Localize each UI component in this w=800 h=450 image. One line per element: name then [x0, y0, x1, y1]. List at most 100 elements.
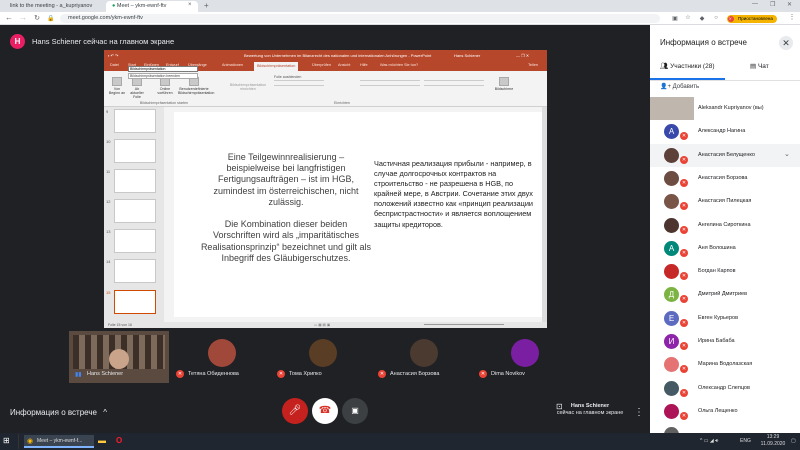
more-options-icon[interactable]: ⋮ — [634, 407, 644, 418]
slide-thumbnail[interactable] — [114, 199, 156, 223]
profile-paused-badge[interactable]: У Приостановлена — [727, 15, 777, 23]
hide-slide-checkbox[interactable]: Folie ausblenden — [274, 75, 301, 79]
tray-icons[interactable]: ^ ▭ ◢ 🔊︎ — [700, 438, 718, 444]
add-people-button[interactable]: 👤+ Добавить — [660, 83, 699, 90]
camera-button[interactable]: ▣ — [342, 398, 368, 424]
slide-thumbnail-selected[interactable] — [114, 290, 156, 314]
camera-permission-icon[interactable]: ▣ — [670, 15, 680, 22]
mic-off-icon: ✕ — [680, 202, 688, 211]
slide-canvas[interactable]: Eine Teilgewinnrealisierung – beispielwe… — [174, 112, 542, 317]
forward-icon[interactable]: → — [18, 13, 28, 22]
leave-call-button[interactable]: ☎ — [312, 398, 338, 424]
slide-thumbnail[interactable] — [114, 139, 156, 163]
chevron-down-icon[interactable]: ⌄ — [784, 150, 790, 158]
star-icon[interactable]: ☆ — [683, 14, 693, 21]
participant-row[interactable]: ✕ Марина Водолазская — [650, 353, 800, 376]
participant-row[interactable]: ✕ — [650, 423, 800, 433]
ppt-tab[interactable]: Ansicht — [338, 63, 350, 67]
new-tab-button[interactable]: + — [204, 1, 209, 10]
ribbon-from-current-button[interactable]: Ab aktueller Folie — [128, 77, 146, 99]
ribbon-from-beginning-button[interactable]: Von Beginn an — [108, 77, 126, 95]
video-tile[interactable]: ✕ Анастасия Борзова — [372, 331, 472, 383]
chrome-icon: ◉ — [27, 438, 34, 445]
avatar — [309, 339, 337, 367]
language-indicator[interactable]: ENG — [740, 438, 751, 444]
video-tile[interactable]: ✕ Тетяна Обиденнова — [170, 331, 270, 383]
ribbon-setup-button[interactable]: Bildschirmpräsentation einrichten — [228, 83, 268, 91]
ppt-zoom-slider[interactable] — [424, 324, 504, 325]
ribbon-present-online-button[interactable]: Online vorführen — [156, 77, 174, 95]
video-tile-hans[interactable]: ▮▮ Hans Schiener — [69, 331, 169, 383]
participant-name: Дмитрий Дмитриев — [698, 291, 748, 298]
menu-dots-icon[interactable]: ⋮ — [787, 13, 797, 21]
close-tab-icon[interactable]: × — [188, 2, 192, 8]
close-window-icon[interactable]: ✕ — [787, 1, 792, 8]
slide-thumbnail[interactable] — [114, 259, 156, 283]
mic-off-icon: ✕ — [680, 178, 688, 187]
maximize-icon[interactable]: ❐ — [770, 1, 775, 8]
ppt-tell-me[interactable]: Was möchten Sie tun? — [380, 63, 418, 67]
participant-row[interactable]: Е ✕ Евген Курьеров — [650, 307, 800, 330]
ribbon-monitors-button[interactable]: Bildschirme — [492, 77, 516, 91]
video-tile[interactable]: ✕ Тома Хрипко — [271, 331, 371, 383]
meeting-details-button[interactable]: Информация о встрече ^ — [10, 408, 107, 417]
end-slideshow-tooltip[interactable]: Bildschirmpräsentation beenden — [128, 73, 198, 79]
notification-icon[interactable]: ▢ — [791, 438, 796, 444]
file-explorer-icon[interactable]: ▬ — [98, 436, 106, 445]
ppt-tab[interactable]: Animationen — [222, 63, 243, 67]
participant-row[interactable]: Aleksandr Kupriyanov (вы) — [650, 97, 800, 120]
slide-scrollbar[interactable] — [542, 107, 547, 325]
extension-icon[interactable]: ◆ — [697, 15, 707, 22]
extension-opera-icon[interactable]: ○ — [711, 15, 721, 21]
windows-taskbar: ⊞ ◉ Meet – ykm-ewnf-f... ▬ O ^ ▭ ◢ 🔊︎ EN… — [0, 433, 800, 450]
video-tile[interactable]: ✕ Dima Novikov — [473, 331, 573, 383]
participant-row[interactable]: ✕ Олександр Слепцов — [650, 377, 800, 400]
participant-row[interactable]: А ✕ Аня Волошина — [650, 237, 800, 260]
participant-row[interactable]: Д ✕ Дмитрий Дмитриев — [650, 283, 800, 306]
ppt-tab[interactable]: Hilfe — [360, 63, 368, 67]
lock-icon[interactable]: 🔒 — [46, 15, 56, 22]
slide-thumbnails: 9 10 11 12 13 14 15 — [104, 107, 164, 325]
ppt-tab-selected[interactable]: Bildschirmpräsentation — [254, 62, 299, 71]
participant-row[interactable]: А ✕ Александр Нагина — [650, 120, 800, 143]
slide-thumbnail[interactable] — [114, 229, 156, 253]
participant-row[interactable]: И ✕ Ирина Бабаба — [650, 330, 800, 353]
mic-off-button[interactable]: 🎤︎ — [282, 398, 308, 424]
slide-thumbnail[interactable] — [114, 169, 156, 193]
windows-start-icon[interactable]: ⊞ — [3, 436, 10, 445]
participant-row[interactable]: ✕ Богдан Карпов — [650, 260, 800, 283]
presenting-status[interactable]: Hans Schiener сейчас на главном экране — [540, 403, 640, 417]
ppt-quick-access-icon: ▪ ↶ ↷ — [108, 53, 119, 58]
slide-thumbnail[interactable] — [114, 109, 156, 133]
ppt-view-icons[interactable]: ▭ ▦ ▤ ▣ — [314, 322, 330, 328]
url-field[interactable]: meet.google.com/ykm-ewnf-ftv — [60, 14, 660, 23]
participant-row[interactable]: ✕ Анастасия Белущенко ⌄ — [650, 143, 800, 167]
ribbon-group-label: Einrichten — [334, 101, 350, 105]
tab-chat[interactable]: ▤ Чат — [750, 62, 769, 70]
participant-name: Ольга Лещенко — [698, 407, 738, 414]
participant-row[interactable]: ✕ Анастасия Пилецкая — [650, 190, 800, 213]
monitor-icon — [499, 77, 509, 86]
participant-row[interactable]: ✕ Ольга Лещенко — [650, 400, 800, 423]
participant-row[interactable]: ✕ Анастасия Борзова — [650, 167, 800, 190]
ribbon-custom-slideshow-button[interactable]: Benutzerdefinierte Bildschirmpräsentatio… — [178, 77, 214, 95]
opera-icon[interactable]: O — [116, 436, 122, 445]
participant-name: Евген Курьеров — [698, 314, 739, 321]
close-panel-button[interactable]: ✕ — [779, 36, 793, 50]
mic-off-icon: ✕ — [680, 295, 688, 304]
slideshow-dropdown[interactable]: Bildschirmpräsentation — [128, 66, 198, 72]
avatar — [664, 357, 679, 373]
tab-participants[interactable]: 👥︎ Участники (28) — [660, 62, 715, 70]
browser-tab-meet[interactable]: ● Meet – ykm-ewnf-ftv — [106, 1, 198, 12]
participant-row[interactable]: ✕ Ангелина Сироткина — [650, 214, 800, 237]
minimize-icon[interactable]: — — [752, 1, 758, 7]
taskbar-chrome-button[interactable]: ◉ Meet – ykm-ewnf-f... — [24, 435, 94, 448]
back-icon[interactable]: ← — [4, 13, 14, 22]
clock[interactable]: 13:29 11.09.2020 — [758, 434, 788, 448]
browser-tab-link[interactable]: link to the meeting - a_kupriyanov — [4, 1, 94, 12]
ppt-share[interactable]: Teilen — [528, 63, 538, 67]
ppt-tab[interactable]: Datei — [110, 63, 119, 67]
reload-icon[interactable]: ↻ — [32, 14, 42, 22]
ppt-tab[interactable]: Überprüfen — [312, 63, 331, 67]
tab-label: Чат — [757, 63, 769, 70]
